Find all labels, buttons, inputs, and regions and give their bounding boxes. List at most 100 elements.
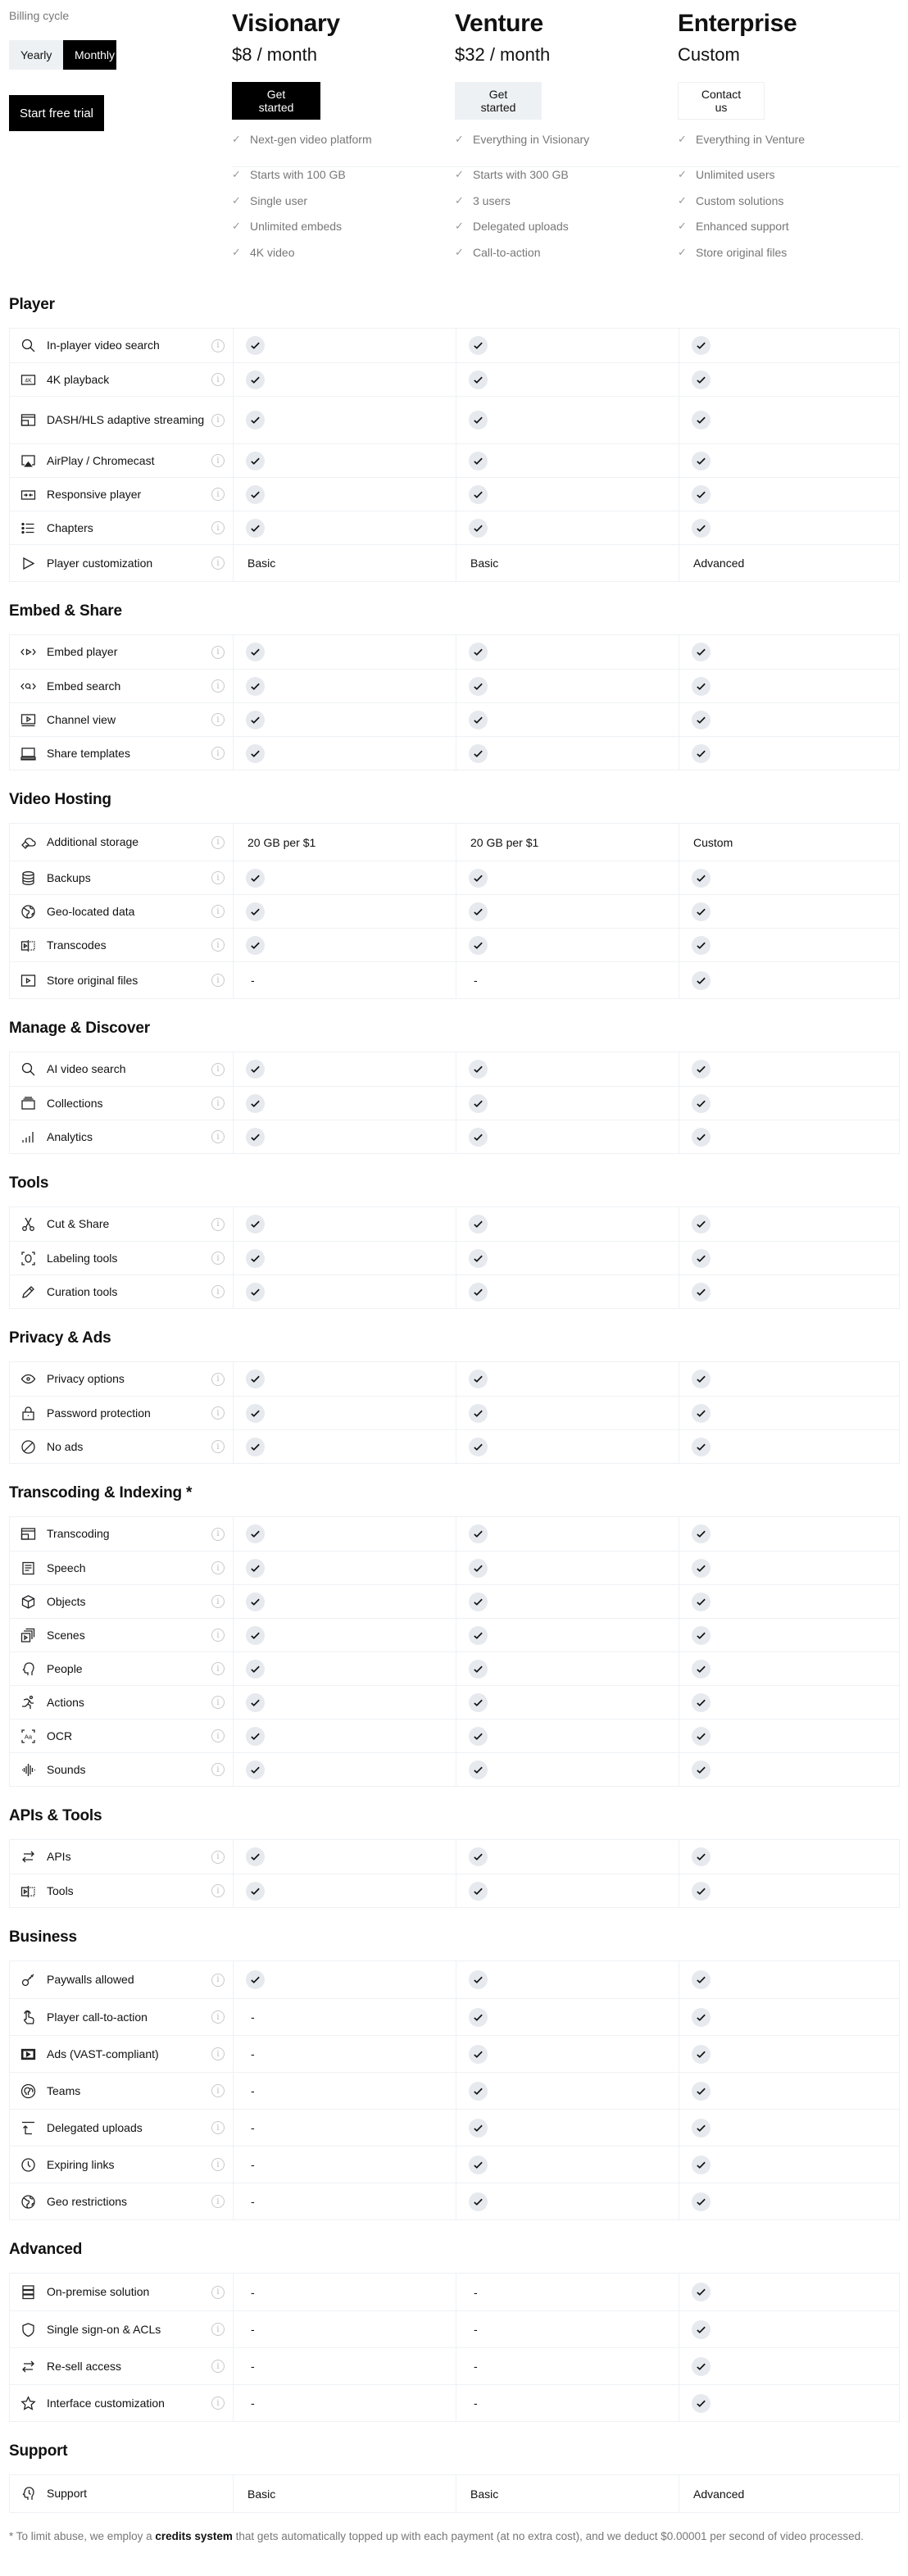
info-icon[interactable]: i xyxy=(211,338,225,352)
info-icon[interactable]: i xyxy=(211,679,225,693)
check-icon xyxy=(692,411,711,429)
visionary-value-cell xyxy=(233,861,456,894)
enterprise-value-cell xyxy=(679,2183,900,2219)
info-icon[interactable]: i xyxy=(211,1729,225,1742)
visionary-get-started-button[interactable]: Get started xyxy=(232,82,320,120)
check-icon xyxy=(692,743,711,763)
check-icon xyxy=(469,484,488,504)
document-icon xyxy=(20,1560,36,1576)
info-icon[interactable]: i xyxy=(211,1973,225,1987)
info-icon[interactable]: i xyxy=(211,1440,225,1453)
info-icon[interactable]: i xyxy=(211,413,225,427)
not-included-dash: - xyxy=(474,2360,478,2373)
feature-label: Scenes xyxy=(47,1628,85,1642)
info-icon[interactable]: i xyxy=(211,938,225,952)
check-icon xyxy=(246,710,265,729)
feature-row: Player customization i Basic Basic Advanced xyxy=(10,544,899,581)
feature-label-cell: No ads i xyxy=(10,1430,233,1463)
feature-label-cell: Privacy options i xyxy=(10,1362,233,1396)
enterprise-value-cell xyxy=(679,2110,900,2146)
feature-row: Transcodes i xyxy=(10,928,899,961)
feature-label-cell: Player call-to-action i xyxy=(10,1999,233,2035)
visionary-value-cell xyxy=(233,1686,456,1719)
start-free-trial-button[interactable]: Start free trial xyxy=(9,95,104,131)
info-icon[interactable]: i xyxy=(211,2323,225,2336)
check-icon xyxy=(246,1437,265,1456)
visionary-value-cell xyxy=(233,1242,456,1274)
info-icon[interactable]: i xyxy=(211,1595,225,1608)
check-icon xyxy=(692,1970,711,1989)
feature-row: Analytics i xyxy=(10,1120,899,1153)
info-icon[interactable]: i xyxy=(211,1527,225,1541)
info-icon[interactable]: i xyxy=(211,1097,225,1110)
info-icon[interactable]: i xyxy=(211,454,225,467)
feature-label: Share templates xyxy=(47,746,130,760)
enterprise-value-cell: Custom xyxy=(679,824,900,861)
feature-label: Re-sell access xyxy=(47,2359,122,2373)
visionary-value-cell xyxy=(233,895,456,928)
billing-yearly-option[interactable]: Yearly xyxy=(9,40,63,70)
info-icon[interactable]: i xyxy=(211,1372,225,1386)
info-icon[interactable]: i xyxy=(211,373,225,386)
embed-play-icon xyxy=(20,644,36,661)
info-icon[interactable]: i xyxy=(211,645,225,659)
info-icon[interactable]: i xyxy=(211,2360,225,2373)
feature-label-cell: Aa OCR i xyxy=(10,1720,233,1752)
enterprise-value-cell xyxy=(679,1242,900,1274)
info-icon[interactable]: i xyxy=(211,557,225,570)
billing-monthly-option[interactable]: Monthly xyxy=(63,40,116,70)
info-icon[interactable]: i xyxy=(211,1252,225,1265)
info-icon[interactable]: i xyxy=(211,2121,225,2134)
info-icon[interactable]: i xyxy=(211,488,225,501)
info-icon[interactable]: i xyxy=(211,1850,225,1864)
info-icon[interactable]: i xyxy=(211,713,225,726)
info-icon[interactable]: i xyxy=(211,521,225,534)
info-icon[interactable]: i xyxy=(211,1629,225,1642)
info-icon[interactable]: i xyxy=(211,2195,225,2208)
info-icon[interactable]: i xyxy=(211,1285,225,1298)
venture-value-cell xyxy=(456,1552,679,1584)
info-icon[interactable]: i xyxy=(211,1130,225,1143)
info-icon[interactable]: i xyxy=(211,974,225,987)
info-icon[interactable]: i xyxy=(211,2084,225,2097)
not-included-dash: - xyxy=(251,2360,255,2373)
info-icon[interactable]: i xyxy=(211,747,225,760)
info-icon[interactable]: i xyxy=(211,1062,225,1076)
info-icon[interactable]: i xyxy=(211,1561,225,1574)
info-icon[interactable]: i xyxy=(211,2010,225,2024)
info-icon[interactable]: i xyxy=(211,1406,225,1420)
info-icon[interactable]: i xyxy=(211,1696,225,1709)
feature-label: AirPlay / Chromecast xyxy=(47,453,155,467)
visionary-value-cell xyxy=(233,1052,456,1086)
visionary-value-cell xyxy=(233,1874,456,1907)
check-icon xyxy=(469,1060,488,1079)
responsive-icon xyxy=(20,486,36,502)
info-icon[interactable]: i xyxy=(211,905,225,918)
info-icon[interactable]: i xyxy=(211,2047,225,2060)
feature-label: APIs xyxy=(47,1850,71,1863)
info-icon[interactable]: i xyxy=(211,1763,225,1776)
check-icon xyxy=(692,1215,711,1233)
info-icon[interactable]: i xyxy=(211,1662,225,1675)
feature-label: 4K playback xyxy=(47,372,110,386)
check-icon xyxy=(469,1659,488,1679)
info-icon[interactable]: i xyxy=(211,2285,225,2299)
info-icon[interactable]: i xyxy=(211,2158,225,2171)
plan-venture: Venture $32 / month Get started ✓ Everyth… xyxy=(448,0,678,279)
feature-text: 3 users xyxy=(473,193,511,207)
arrows-swap-icon xyxy=(20,1849,36,1865)
venture-get-started-button[interactable]: Get started xyxy=(455,82,542,120)
info-icon[interactable]: i xyxy=(211,835,225,849)
info-icon[interactable]: i xyxy=(211,871,225,884)
video-file-icon xyxy=(20,972,36,988)
visionary-value-cell xyxy=(233,929,456,961)
check-icon xyxy=(246,1659,265,1679)
feature-label: Ads (VAST-compliant) xyxy=(47,2047,159,2060)
contact-us-button[interactable]: Contact us xyxy=(678,82,765,120)
info-icon[interactable]: i xyxy=(211,1217,225,1231)
check-icon xyxy=(469,2118,488,2138)
check-icon xyxy=(692,1093,711,1113)
info-icon[interactable]: i xyxy=(211,2397,225,2410)
plan-feature: ✓ Store original files xyxy=(678,244,900,261)
info-icon[interactable]: i xyxy=(211,1884,225,1897)
